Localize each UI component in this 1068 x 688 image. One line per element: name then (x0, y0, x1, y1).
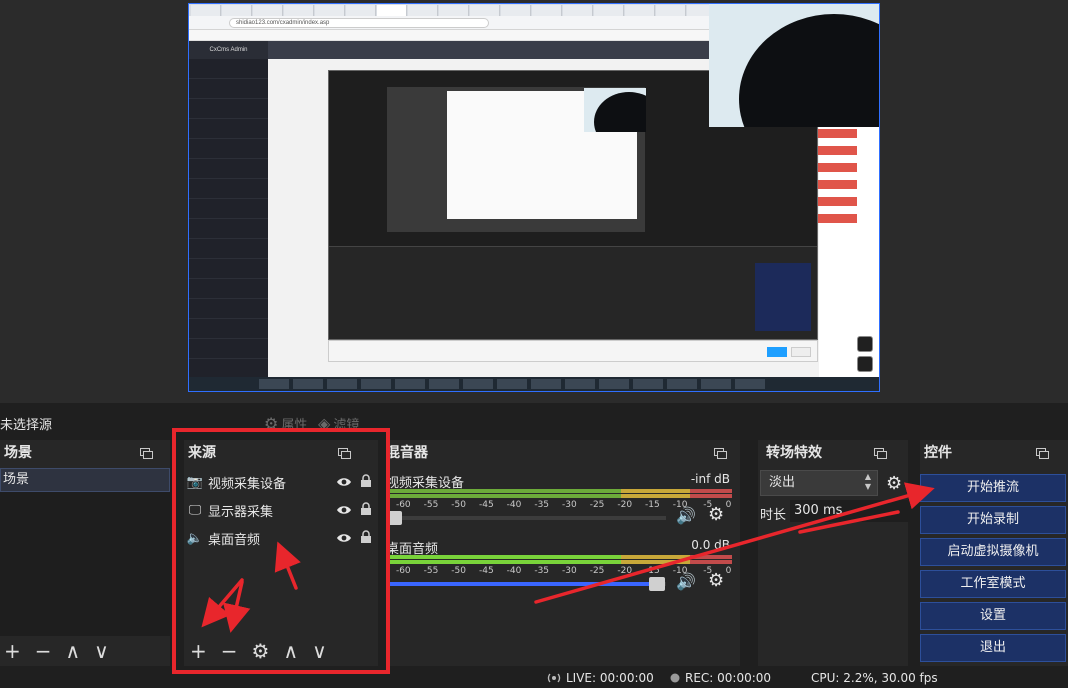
admin-sidebar: CxCms Admin (189, 41, 268, 379)
remove-source-button[interactable]: − (221, 641, 238, 661)
controls-dock: 控件 开始推流 开始录制 启动虚拟摄像机 工作室模式 设置 退出 (920, 440, 1068, 666)
eye-icon[interactable] (336, 530, 352, 546)
gear-icon: ⚙ (264, 413, 279, 433)
nested-dialog-footer (328, 340, 818, 362)
start-recording-button[interactable]: 开始录制 (920, 506, 1066, 534)
scene-item[interactable]: 场景 (0, 468, 170, 492)
dock-float-icon[interactable] (874, 448, 887, 459)
dock-float-icon[interactable] (338, 448, 351, 459)
no-source-selected-label: 未选择源 (0, 418, 53, 433)
monitor-icon: 🖵 (188, 502, 202, 518)
dock-float-icon[interactable] (140, 448, 153, 459)
add-source-button[interactable]: + (190, 641, 207, 661)
volume-handle[interactable] (386, 511, 402, 525)
mixer-channel-desktop: 桌面音频 0.0 dB -60 -55 -50 -45 -40 -35 -30 -25 … (386, 538, 740, 598)
speaker-icon: 🔈 (186, 530, 204, 546)
settings-button[interactable]: 设置 (920, 602, 1066, 630)
source-label: 视频采集设备 (208, 476, 287, 492)
start-virtual-camera-button[interactable]: 启动虚拟摄像机 (920, 538, 1066, 566)
volume-slider[interactable] (386, 577, 666, 591)
gear-icon[interactable]: ⚙ (886, 473, 902, 494)
volume-meter (386, 489, 732, 493)
volume-meter (386, 494, 732, 498)
volume-fill (386, 582, 656, 586)
filter-icon: ◈ (318, 413, 331, 433)
lock-icon[interactable] (360, 530, 372, 544)
filters-label: 滤镜 (333, 418, 360, 433)
duration-value: 300 ms (794, 503, 843, 518)
rec-timer: REC: 00:00:00 (685, 671, 772, 685)
remove-scene-button[interactable]: − (35, 641, 52, 661)
duration-input[interactable]: 300 ms (790, 500, 910, 522)
volume-slider[interactable] (386, 511, 666, 525)
help-circle-icon (857, 336, 873, 352)
preview-canvas[interactable]: shidiao123.com/cxadmin/index.asp CxCms A… (188, 3, 880, 392)
lock-icon[interactable] (360, 474, 372, 488)
source-item-video-capture[interactable]: 📷 视频采集设备 (184, 468, 378, 496)
speaker-icon[interactable]: 🔊 (676, 572, 696, 591)
browser-url: shidiao123.com/cxadmin/index.asp (229, 18, 489, 28)
studio-mode-button[interactable]: 工作室模式 (920, 570, 1066, 598)
channel-db: 0.0 dB (691, 538, 730, 552)
source-list[interactable]: 📷 视频采集设备 🖵 显示器采集 🔈 桌面音频 (184, 468, 378, 636)
volume-handle[interactable] (649, 577, 665, 591)
move-scene-down-button[interactable]: ∨ (94, 641, 109, 661)
move-source-down-button[interactable]: ∨ (312, 641, 327, 661)
windows-taskbar (189, 377, 879, 391)
transition-selected: 淡出 (769, 475, 796, 490)
admin-brand: CxCms Admin (189, 41, 268, 59)
admin-action-buttons (817, 129, 857, 223)
mixer-channel-video: 视频采集设备 -inf dB -60 -55 -50 -45 -40 -35 -30-… (386, 472, 740, 532)
scene-list[interactable]: 场景 (0, 468, 170, 636)
duration-label: 时长 (760, 508, 787, 523)
filters-button[interactable]: ◈ 滤镜 (318, 414, 359, 433)
preview-area[interactable]: shidiao123.com/cxadmin/index.asp CxCms A… (0, 0, 1068, 403)
cpu-fps: CPU: 2.2%, 30.00 fps (811, 671, 938, 685)
channel-db: -inf dB (690, 472, 730, 486)
properties-label: 属性 (281, 418, 308, 433)
transition-select[interactable]: 淡出 ▲ ▼ (760, 470, 878, 496)
add-scene-button[interactable]: + (4, 641, 21, 661)
eye-icon[interactable] (336, 502, 352, 518)
transitions-dock: 转场特效 淡出 ▲ ▼ ⚙ 时长 300 ms (758, 440, 910, 666)
source-item-desktop-audio[interactable]: 🔈 桌面音频 (184, 524, 378, 552)
scene-controls: + − ∧ ∨ (0, 636, 170, 666)
gear-icon[interactable]: ⚙ (708, 504, 724, 525)
source-label: 桌面音频 (208, 532, 261, 548)
source-properties-button[interactable]: ⚙ (252, 641, 270, 661)
eye-icon[interactable] (336, 474, 352, 490)
camera-icon: 📷 (186, 474, 204, 490)
record-dot-icon (670, 673, 680, 683)
audio-mixer-dock: 混音器 视频采集设备 -inf dB -60 -55 -50 -45 -40 -35 … (386, 440, 740, 666)
move-scene-up-button[interactable]: ∧ (66, 641, 81, 661)
volume-meter (386, 560, 732, 564)
exit-button[interactable]: 退出 (920, 634, 1066, 662)
gear-icon[interactable]: ⚙ (708, 570, 724, 591)
live-timer: LIVE: 00:00:00 (566, 671, 654, 685)
move-source-up-button[interactable]: ∧ (283, 641, 298, 661)
dock-float-icon[interactable] (714, 448, 727, 459)
webcam-overlay (709, 4, 879, 127)
dock-float-icon[interactable] (1036, 448, 1049, 459)
status-bar: LIVE: 00:00:00 REC: 00:00:00 CPU: 2.2%, … (0, 668, 1068, 688)
select-arrows-icon: ▲ ▼ (864, 472, 871, 491)
scenes-dock: 场景 场景 + − ∧ ∨ (0, 440, 170, 666)
volume-meter (386, 555, 732, 559)
sources-dock: 来源 📷 视频采集设备 🖵 显示器采集 🔈 桌面音频 + − ⚙ ∧ ∨ (184, 440, 378, 666)
properties-button[interactable]: ⚙ 属性 (264, 414, 307, 433)
start-streaming-button[interactable]: 开始推流 (920, 474, 1066, 502)
question-icon (857, 356, 873, 372)
source-label: 显示器采集 (208, 504, 274, 520)
broadcast-icon (547, 673, 561, 683)
nested-webcam (584, 88, 646, 132)
source-item-display-capture[interactable]: 🖵 显示器采集 (184, 496, 378, 524)
mixer-title: 混音器 (386, 445, 428, 461)
lock-icon[interactable] (360, 502, 372, 516)
speaker-icon[interactable]: 🔊 (676, 506, 696, 525)
source-controls: + − ⚙ ∧ ∨ (184, 636, 378, 666)
